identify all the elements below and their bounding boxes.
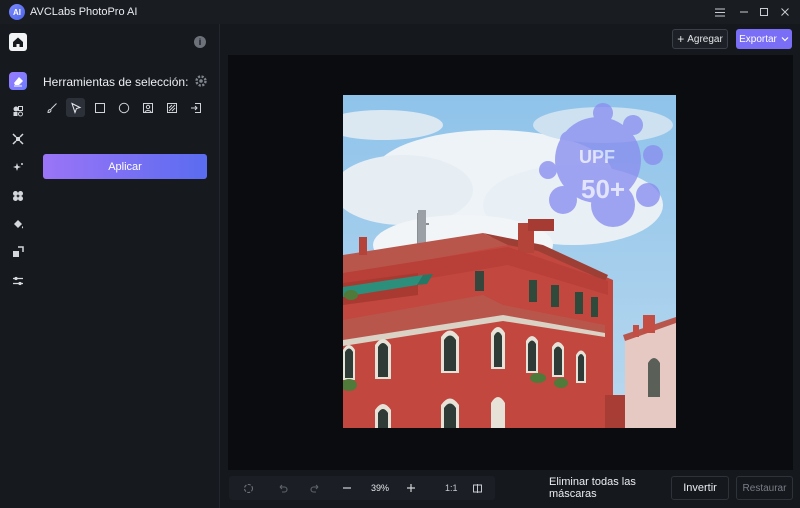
eraser-icon[interactable]	[9, 72, 27, 90]
reset-icon[interactable]	[240, 480, 256, 496]
svg-text:50+: 50+	[581, 174, 625, 204]
main-area: + Agregar Exportar UPF 50+ 39% 1:1 Elimi…	[221, 24, 800, 508]
zoom-level: 39%	[371, 483, 390, 493]
rectangle-tool[interactable]	[90, 98, 109, 117]
apply-button[interactable]: Aplicar	[43, 154, 207, 179]
invert-button[interactable]: Invertir	[671, 476, 729, 500]
plus-icon: +	[677, 32, 685, 46]
info-icon[interactable]: i	[194, 36, 206, 48]
pointer-tool[interactable]	[66, 98, 85, 117]
svg-text:UPF: UPF	[579, 147, 615, 167]
app-window: AI AVCLabs PhotoPro AI i Herramientas de…	[0, 0, 800, 508]
close-icon[interactable]	[777, 4, 793, 20]
title-bar: AI AVCLabs PhotoPro AI	[0, 0, 800, 24]
photo-preview[interactable]: UPF 50+	[343, 95, 676, 428]
selection-tools	[42, 98, 205, 117]
home-icon[interactable]	[9, 33, 27, 51]
portrait-icon	[142, 102, 153, 113]
import-icon	[190, 102, 201, 113]
gear-icon[interactable]	[194, 74, 208, 88]
redo-icon[interactable]	[307, 480, 323, 496]
bucket-icon[interactable]	[9, 215, 27, 233]
zoom-in-icon[interactable]	[403, 480, 419, 496]
add-button-label: Agregar	[687, 33, 723, 45]
sliders-icon[interactable]	[9, 272, 27, 290]
zoom-out-icon[interactable]	[339, 480, 355, 496]
sparkle-icon[interactable]	[9, 158, 27, 176]
expand-icon[interactable]	[9, 130, 27, 148]
import-tool[interactable]	[186, 98, 205, 117]
minimize-icon[interactable]	[736, 4, 752, 20]
maximize-icon[interactable]	[756, 4, 772, 20]
compare-icon[interactable]	[469, 480, 485, 496]
hamburger-icon[interactable]	[712, 4, 728, 20]
add-button[interactable]: + Agregar	[672, 29, 728, 49]
restore-button[interactable]: Restaurar	[736, 476, 793, 500]
ellipse-icon	[118, 102, 129, 113]
chevron-down-icon	[781, 37, 789, 42]
zoom-toolbar: 39% 1:1	[229, 476, 495, 500]
fan-icon[interactable]	[9, 187, 27, 205]
remove-all-masks-button[interactable]: Eliminar todas las máscaras	[549, 476, 667, 500]
export-button-label: Exportar	[739, 33, 777, 45]
tool-rail	[0, 24, 36, 508]
pattern-tool[interactable]	[162, 98, 181, 117]
resize-icon[interactable]	[9, 243, 27, 261]
ellipse-tool[interactable]	[114, 98, 133, 117]
brush-tool[interactable]	[42, 98, 61, 117]
app-logo: AI	[9, 4, 25, 20]
pointer-icon	[70, 102, 81, 114]
panel-heading: Herramientas de selección:	[43, 75, 189, 89]
export-button[interactable]: Exportar	[736, 29, 792, 49]
brush-icon	[46, 102, 57, 113]
undo-icon[interactable]	[274, 480, 290, 496]
pattern-icon	[166, 102, 177, 113]
image-canvas[interactable]: UPF 50+	[228, 55, 793, 470]
building-photo: UPF 50+	[343, 95, 676, 428]
actual-size-button[interactable]: 1:1	[445, 483, 458, 493]
portrait-tool[interactable]	[138, 98, 157, 117]
app-title: AVCLabs PhotoPro AI	[30, 6, 138, 18]
selection-panel: i Herramientas de selección: Aplicar	[36, 24, 220, 508]
rectangle-icon	[94, 102, 105, 113]
shapes-icon[interactable]	[9, 102, 27, 120]
